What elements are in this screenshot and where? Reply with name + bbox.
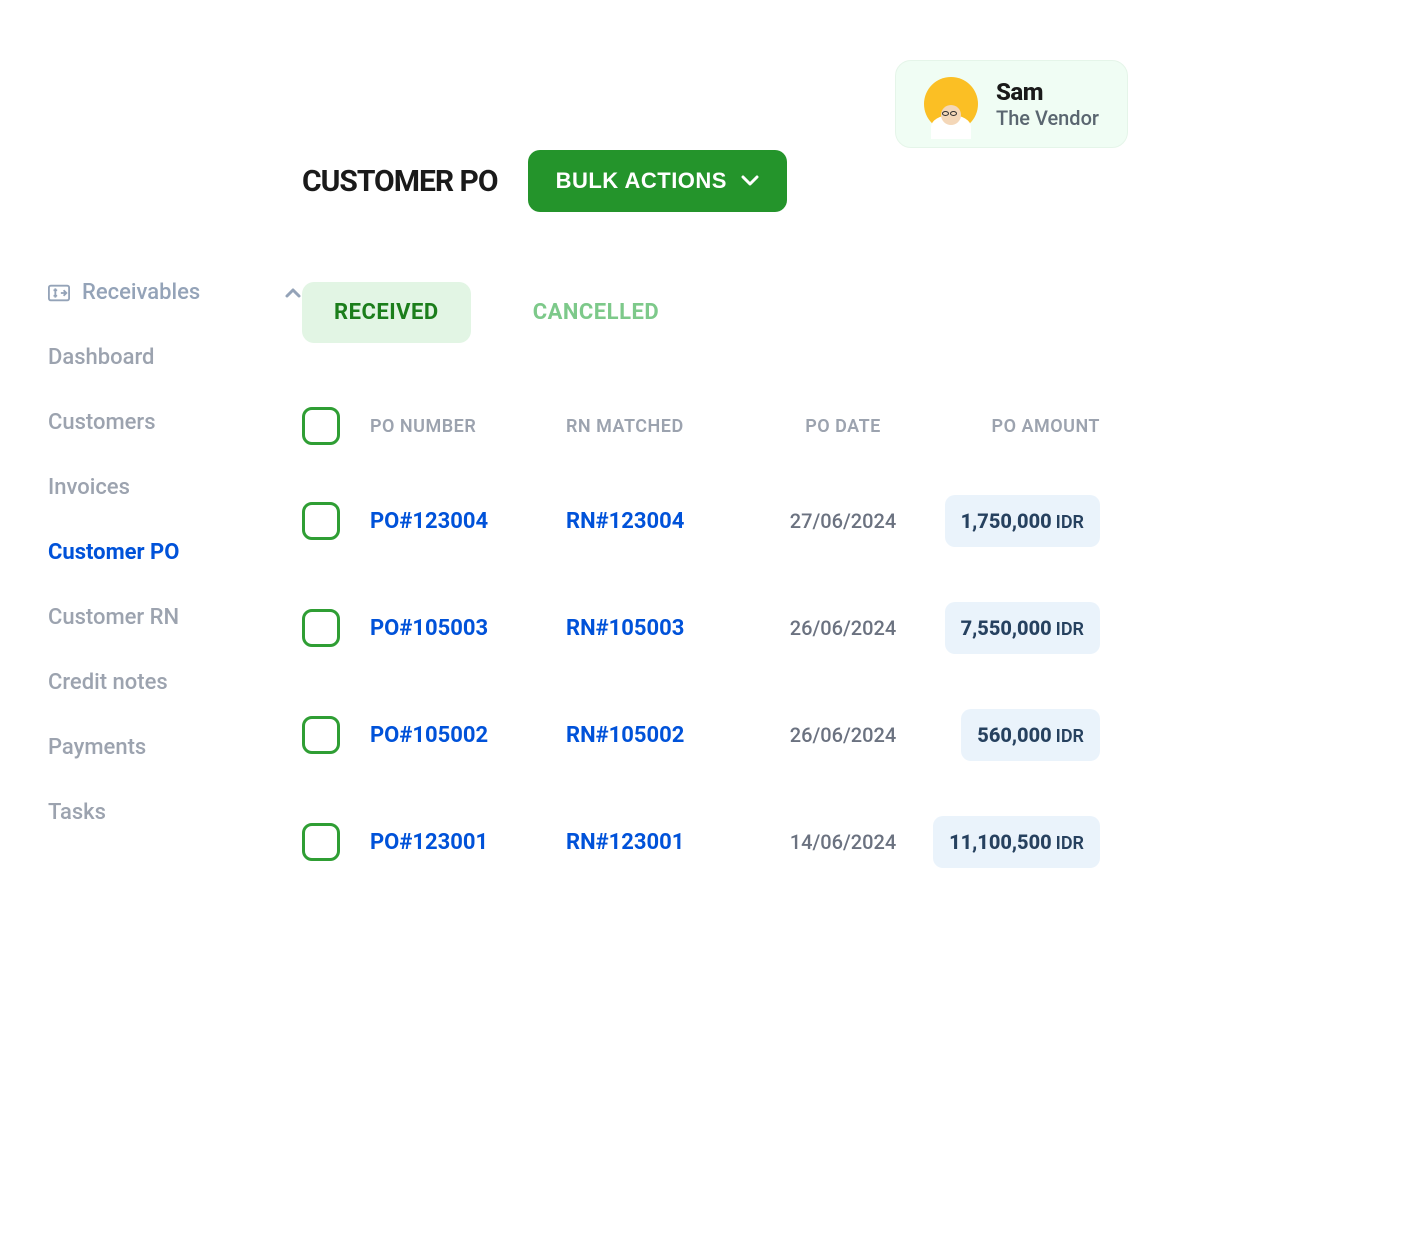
bulk-actions-label: BULK ACTIONS bbox=[556, 168, 727, 194]
table-row: PO#123004 RN#123004 27/06/2024 1,750,000… bbox=[302, 495, 1102, 547]
receivables-icon bbox=[48, 284, 70, 302]
po-table: PO NUMBER RN MATCHED PO DATE PO AMOUNT P… bbox=[302, 407, 1102, 868]
column-header-po-number: PO NUMBER bbox=[370, 416, 566, 437]
avatar bbox=[924, 77, 978, 131]
amount-badge: 11,100,500IDR bbox=[933, 816, 1100, 868]
amount-currency: IDR bbox=[1056, 512, 1084, 533]
amount-badge: 7,550,000IDR bbox=[945, 602, 1100, 654]
rn-matched-link[interactable]: RN#123001 bbox=[566, 830, 684, 855]
sidebar-item-customer-rn[interactable]: Customer RN bbox=[48, 605, 302, 630]
column-header-po-amount: PO AMOUNT bbox=[928, 416, 1100, 437]
row-checkbox[interactable] bbox=[302, 609, 340, 647]
po-date: 26/06/2024 bbox=[790, 723, 897, 747]
sidebar-item-dashboard[interactable]: Dashboard bbox=[48, 345, 302, 370]
rn-matched-link[interactable]: RN#105003 bbox=[566, 616, 684, 641]
user-name: Sam bbox=[996, 78, 1099, 106]
po-date: 26/06/2024 bbox=[790, 616, 897, 640]
tabs: RECEIVED CANCELLED bbox=[302, 282, 1408, 343]
table-row: PO#123001 RN#123001 14/06/2024 11,100,50… bbox=[302, 816, 1102, 868]
rn-matched-link[interactable]: RN#105002 bbox=[566, 723, 684, 748]
sidebar-item-invoices[interactable]: Invoices bbox=[48, 475, 302, 500]
po-number-link[interactable]: PO#123001 bbox=[370, 830, 488, 855]
amount-badge: 1,750,000IDR bbox=[945, 495, 1100, 547]
tab-cancelled[interactable]: CANCELLED bbox=[501, 282, 691, 343]
table-row: PO#105003 RN#105003 26/06/2024 7,550,000… bbox=[302, 602, 1102, 654]
amount-value: 1,750,000 bbox=[961, 509, 1052, 533]
sidebar: Receivables Dashboard Customers Invoices… bbox=[48, 150, 302, 923]
sidebar-header-receivables[interactable]: Receivables bbox=[48, 280, 302, 305]
amount-value: 7,550,000 bbox=[961, 616, 1052, 640]
amount-badge: 560,000IDR bbox=[961, 709, 1100, 761]
main-content: CUSTOMER PO BULK ACTIONS RECEIVED CANCEL… bbox=[302, 150, 1408, 923]
page-title: CUSTOMER PO bbox=[302, 164, 498, 199]
po-number-link[interactable]: PO#123004 bbox=[370, 509, 488, 534]
row-checkbox[interactable] bbox=[302, 502, 340, 540]
chevron-up-icon bbox=[284, 284, 302, 302]
user-card[interactable]: Sam The Vendor bbox=[895, 60, 1128, 148]
po-date: 27/06/2024 bbox=[790, 509, 897, 533]
amount-value: 11,100,500 bbox=[949, 830, 1052, 854]
sidebar-item-customers[interactable]: Customers bbox=[48, 410, 302, 435]
amount-currency: IDR bbox=[1056, 833, 1084, 854]
amount-value: 560,000 bbox=[977, 723, 1051, 747]
column-header-po-date: PO DATE bbox=[758, 416, 928, 437]
table-header-row: PO NUMBER RN MATCHED PO DATE PO AMOUNT bbox=[302, 407, 1102, 445]
sidebar-item-payments[interactable]: Payments bbox=[48, 735, 302, 760]
chevron-down-icon bbox=[741, 175, 759, 187]
amount-currency: IDR bbox=[1056, 726, 1084, 747]
po-number-link[interactable]: PO#105002 bbox=[370, 723, 488, 748]
bulk-actions-button[interactable]: BULK ACTIONS bbox=[528, 150, 787, 212]
po-number-link[interactable]: PO#105003 bbox=[370, 616, 488, 641]
sidebar-item-credit-notes[interactable]: Credit notes bbox=[48, 670, 302, 695]
table-row: PO#105002 RN#105002 26/06/2024 560,000ID… bbox=[302, 709, 1102, 761]
row-checkbox[interactable] bbox=[302, 823, 340, 861]
po-date: 14/06/2024 bbox=[790, 830, 897, 854]
sidebar-item-tasks[interactable]: Tasks bbox=[48, 800, 302, 825]
sidebar-header-label: Receivables bbox=[82, 280, 272, 305]
column-header-rn-matched: RN MATCHED bbox=[566, 416, 758, 437]
tab-received[interactable]: RECEIVED bbox=[302, 282, 471, 343]
select-all-checkbox[interactable] bbox=[302, 407, 340, 445]
rn-matched-link[interactable]: RN#123004 bbox=[566, 509, 684, 534]
amount-currency: IDR bbox=[1056, 619, 1084, 640]
sidebar-item-customer-po[interactable]: Customer PO bbox=[48, 540, 302, 565]
row-checkbox[interactable] bbox=[302, 716, 340, 754]
user-role: The Vendor bbox=[996, 106, 1099, 130]
